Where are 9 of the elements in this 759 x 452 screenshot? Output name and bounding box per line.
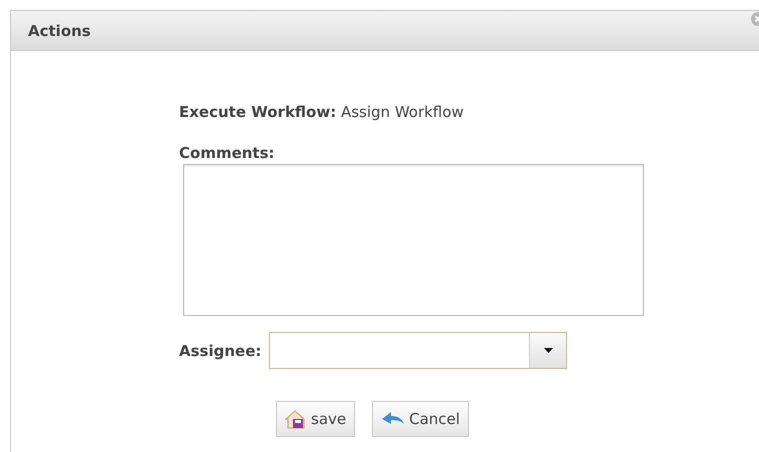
assignee-dropdown[interactable] <box>269 332 568 369</box>
workflow-text: Execute Workflow: Assign Workflow <box>179 103 464 121</box>
comments-field[interactable] <box>183 164 644 316</box>
save-button[interactable]: save <box>276 401 356 437</box>
assignee-label: Assignee: <box>179 342 262 360</box>
dialog-title: Actions <box>28 22 91 40</box>
caret-icon <box>544 348 553 353</box>
comments-label: Comments: <box>179 144 276 162</box>
cancel-button[interactable]: Cancel <box>372 401 469 437</box>
